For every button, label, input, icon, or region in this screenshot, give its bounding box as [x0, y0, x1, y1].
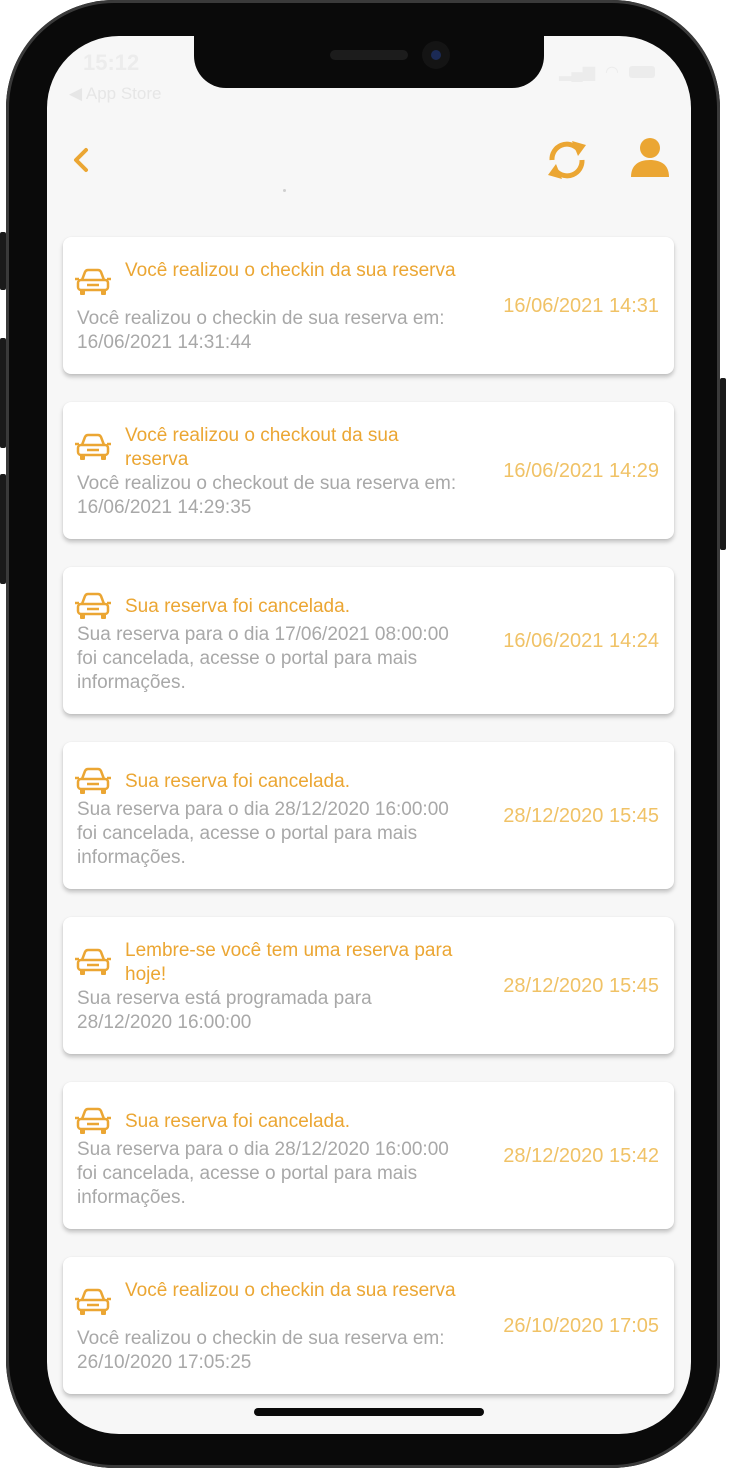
notification-title: Lembre-se você tem uma reserva para hoje… [125, 940, 453, 985]
volume-down-button [0, 474, 6, 584]
notification-description: Sua reserva para o dia 17/06/2021 08:00:… [77, 624, 449, 693]
wifi-icon: ◠ [605, 64, 619, 81]
car-icon [75, 1288, 111, 1315]
car-icon [75, 433, 111, 460]
status-back-to-app[interactable]: ◀ App Store [69, 84, 161, 104]
notification-date: 28/12/2020 15:45 [503, 805, 659, 827]
car-icon [75, 948, 111, 975]
sync-button[interactable] [544, 135, 590, 185]
notification-date: 28/12/2020 15:42 [503, 1145, 659, 1167]
notification-date: 28/12/2020 15:45 [503, 975, 659, 997]
notification-title: Você realizou o checkin da sua reserva [125, 1280, 456, 1301]
notification-description: Você realizou o checkout de sua reserva … [77, 473, 457, 518]
notification-card[interactable]: Sua reserva foi cancelada. Sua reserva p… [63, 1082, 674, 1229]
notification-date: 16/06/2021 14:31 [503, 295, 659, 317]
notification-description: Você realizou o checkin de sua reserva e… [77, 308, 445, 353]
battery-icon [629, 66, 655, 78]
power-button [720, 378, 726, 550]
status-time: 15:12 [83, 50, 140, 75]
car-icon [75, 767, 111, 794]
back-button[interactable] [70, 142, 92, 178]
app-screen: 15:12 ◀ App Store ▂▄▆ ◠ Você realizou o … [47, 36, 691, 1434]
car-icon [75, 268, 111, 295]
notification-date: 16/06/2021 14:24 [503, 630, 659, 652]
signal-icon: ▂▄▆ [559, 64, 596, 81]
notification-card[interactable]: Você realizou o checkin da sua reserva V… [63, 237, 674, 374]
sync-icon [548, 141, 586, 179]
notification-title: Sua reserva foi cancelada. [125, 596, 350, 617]
car-icon [75, 592, 111, 619]
divider-dot [283, 189, 286, 192]
user-icon [631, 138, 669, 177]
chevron-left-icon [74, 148, 88, 172]
silent-switch [0, 232, 6, 290]
phone-frame: 15:12 ◀ App Store ▂▄▆ ◠ Você realizou o … [0, 0, 726, 1468]
profile-button[interactable] [628, 137, 672, 179]
notification-card[interactable]: Lembre-se você tem uma reserva para hoje… [63, 917, 674, 1054]
front-camera [422, 41, 450, 69]
notification-date: 16/06/2021 14:29 [503, 460, 659, 482]
notification-description: Você realizou o checkin de sua reserva e… [77, 1328, 445, 1373]
notification-title: Você realizou o checkin da sua reserva [125, 260, 456, 281]
notification-description: Sua reserva para o dia 28/12/2020 16:00:… [77, 799, 449, 868]
notification-title: Sua reserva foi cancelada. [125, 1111, 350, 1132]
notification-title: Você realizou o checkout da sua reserva [125, 425, 399, 470]
volume-up-button [0, 338, 6, 448]
speaker [330, 50, 408, 60]
status-icons: ▂▄▆ ◠ [559, 62, 655, 82]
notification-card[interactable]: Sua reserva foi cancelada. Sua reserva p… [63, 567, 674, 714]
notification-description: Sua reserva está programada para 28/12/2… [77, 988, 372, 1033]
notification-date: 26/10/2020 17:05 [503, 1315, 659, 1337]
notification-card[interactable]: Você realizou o checkin da sua reserva V… [63, 1257, 674, 1394]
home-indicator[interactable] [254, 1408, 484, 1416]
notification-card[interactable]: Você realizou o checkout da sua reserva … [63, 402, 674, 539]
notch [194, 36, 544, 88]
car-icon [75, 1107, 111, 1134]
notification-description: Sua reserva para o dia 28/12/2020 16:00:… [77, 1139, 449, 1208]
notification-card[interactable]: Sua reserva foi cancelada. Sua reserva p… [63, 742, 674, 889]
notification-title: Sua reserva foi cancelada. [125, 771, 350, 792]
